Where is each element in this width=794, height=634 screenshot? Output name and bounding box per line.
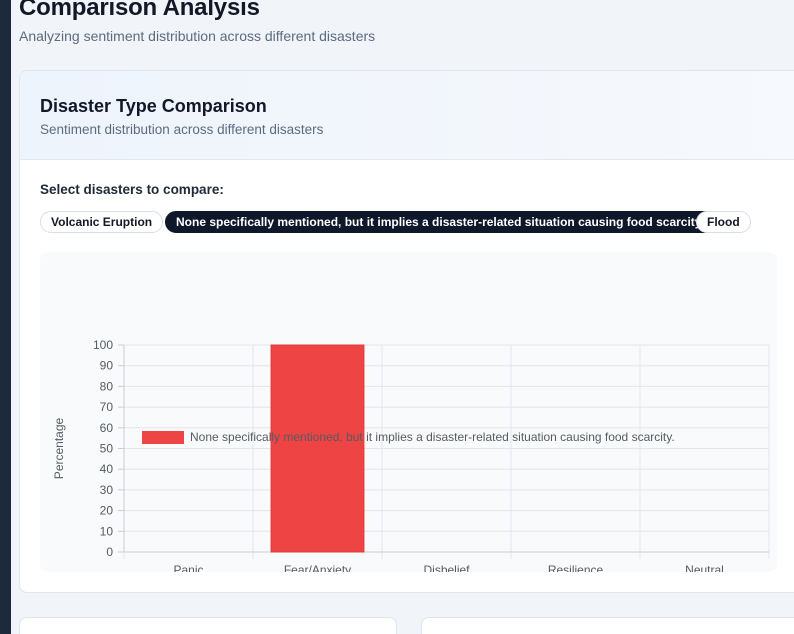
comparison-card: Disaster Type Comparison Sentiment distr…: [19, 70, 794, 593]
chip-food-scarcity[interactable]: None specifically mentioned, but it impl…: [165, 211, 715, 233]
x-tick-label: Fear/Anxiety: [284, 563, 351, 572]
y-tick-label: 40: [100, 462, 114, 476]
x-tick-label: Resilience: [548, 563, 604, 572]
y-tick-label: 0: [106, 545, 113, 559]
sidebar-edge: [0, 0, 11, 634]
chip-volcanic-eruption[interactable]: Volcanic Eruption: [40, 211, 164, 233]
card-title: Disaster Type Comparison: [40, 96, 267, 116]
bottom-card-right: [421, 617, 794, 634]
y-tick-label: 50: [100, 442, 114, 456]
y-tick-label: 20: [100, 504, 114, 518]
page-title: Comparison Analysis: [19, 0, 260, 21]
x-tick-label: Neutral: [685, 563, 724, 572]
page-subtitle: Analyzing sentiment distribution across …: [19, 28, 376, 44]
y-tick-label: 10: [100, 524, 114, 538]
bar-fear-anxiety: [270, 344, 365, 553]
legend-swatch: [142, 431, 184, 444]
y-tick-label: 100: [93, 338, 113, 352]
legend-label: None specifically mentioned, but it impl…: [190, 430, 675, 444]
sentiment-bar-chart: 0 10 20 30 40 50 60 70 80 90 100 Panic Fear/Anxiety D…: [52, 338, 770, 572]
bottom-card-left: [19, 617, 397, 634]
chip-flood[interactable]: Flood: [696, 211, 751, 233]
select-disasters-label: Select disasters to compare:: [40, 182, 224, 197]
y-axis-title: Percentage: [52, 417, 66, 479]
y-tick-label: 60: [100, 421, 114, 435]
y-tick-label: 30: [100, 483, 114, 497]
card-description: Sentiment distribution across different …: [40, 122, 324, 137]
chart-panel: 0 10 20 30 40 50 60 70 80 90 100 Panic Fear/Anxiety D…: [40, 252, 777, 572]
y-tick-label: 70: [100, 400, 114, 414]
card-header: Disaster Type Comparison Sentiment distr…: [20, 71, 794, 160]
x-tick-label: Disbelief: [423, 563, 470, 572]
x-tick-label: Panic: [173, 563, 203, 572]
y-tick-label: 90: [100, 359, 114, 373]
y-tick-label: 80: [100, 379, 114, 393]
